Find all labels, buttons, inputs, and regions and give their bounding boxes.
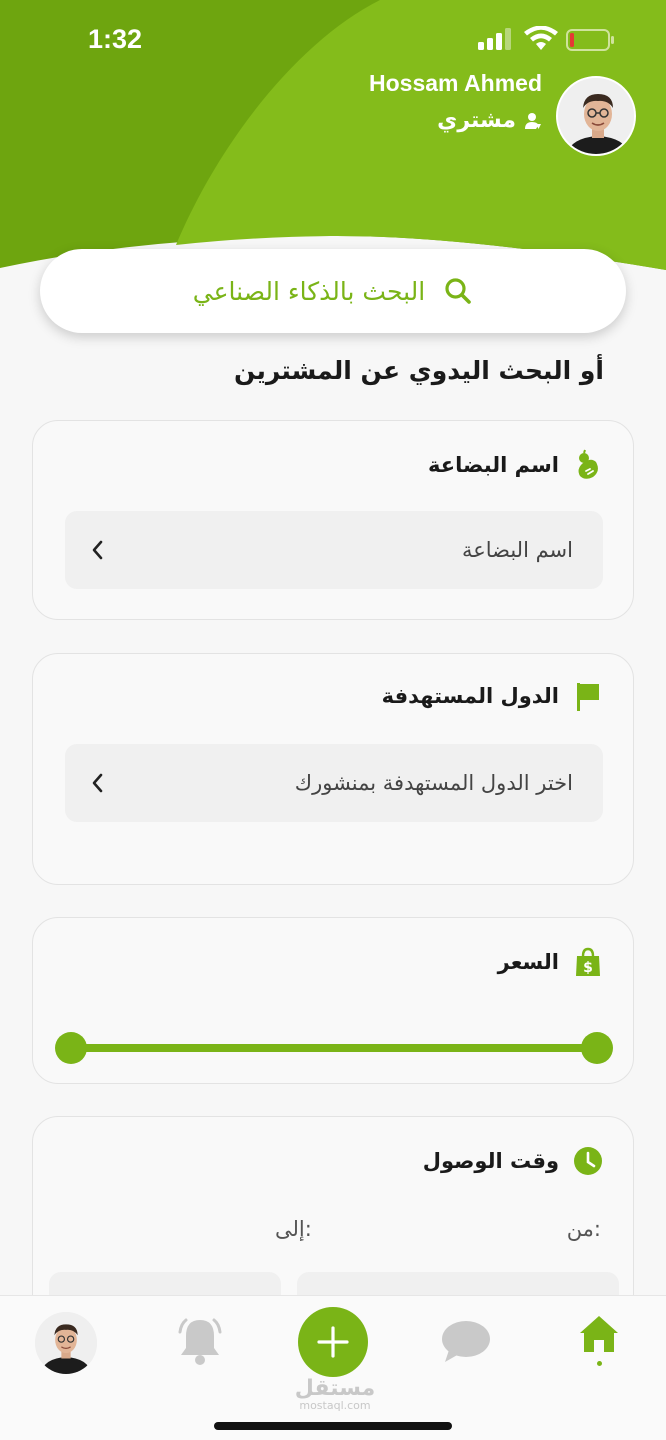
wifi-icon	[524, 26, 558, 50]
goods-card: اسم البضاعة اسم البضاعة	[32, 420, 634, 620]
svg-text:$: $	[583, 960, 593, 976]
status-time: 1:32	[88, 24, 143, 54]
clock-icon	[574, 1147, 602, 1175]
chevron-left-icon	[92, 773, 103, 793]
watermark-english: mostaql.com	[299, 1399, 371, 1412]
home-indicator	[214, 1422, 452, 1430]
bell-icon[interactable]	[176, 1316, 224, 1366]
price-slider-max-handle[interactable]	[581, 1032, 613, 1064]
chevron-left-icon	[92, 540, 103, 560]
manual-search-title: أو البحث اليدوي عن المشترين	[234, 356, 604, 385]
arrival-from-label: من:	[566, 1217, 601, 1241]
chat-icon[interactable]	[441, 1320, 491, 1364]
search-icon	[445, 278, 472, 304]
price-range-slider[interactable]	[55, 1032, 613, 1064]
price-card: $ السعر	[32, 917, 634, 1084]
home-icon[interactable]	[578, 1314, 620, 1354]
price-slider-min-handle[interactable]	[55, 1032, 87, 1064]
flag-icon	[577, 683, 599, 711]
price-bag-icon: $	[576, 947, 600, 976]
status-bar: 1:32	[0, 0, 666, 80]
goods-select-placeholder: اسم البضاعة	[461, 538, 573, 562]
ai-search-button[interactable]: البحث بالذكاء الصناعي	[40, 249, 626, 333]
ai-search-label: البحث بالذكاء الصناعي	[192, 276, 426, 306]
avatar[interactable]	[556, 76, 636, 156]
user-icon	[525, 112, 541, 129]
bottom-navigation: مستقل mostaql.com	[0, 1295, 666, 1440]
user-name: Hossam Ahmed	[369, 70, 542, 96]
target-countries-label: الدول المستهدفة	[381, 684, 559, 708]
add-icon	[317, 1326, 349, 1358]
price-label: السعر	[497, 950, 559, 974]
active-indicator	[597, 1361, 602, 1366]
add-button[interactable]	[298, 1307, 368, 1377]
price-header: $ السعر	[498, 946, 603, 978]
goods-label: اسم البضاعة	[428, 453, 559, 477]
price-slider-track	[69, 1044, 599, 1052]
target-countries-placeholder: اختر الدول المستهدفة بمنشورك	[294, 771, 573, 795]
cellular-signal-icon	[478, 28, 511, 50]
produce-icon	[578, 449, 598, 479]
watermark-arabic: مستقل	[294, 1376, 376, 1401]
goods-card-header: اسم البضاعة	[428, 449, 603, 481]
user-role-label: مشتري	[437, 108, 516, 133]
nav-profile-avatar[interactable]	[35, 1312, 97, 1374]
target-countries-card: الدول المستهدفة اختر الدول المستهدفة بمن…	[32, 653, 634, 885]
arrival-to-label: إلى:	[275, 1217, 312, 1241]
user-role: مشتري	[300, 108, 542, 133]
goods-select[interactable]: اسم البضاعة	[65, 511, 603, 589]
target-countries-select[interactable]: اختر الدول المستهدفة بمنشورك	[65, 744, 603, 822]
target-countries-header: الدول المستهدفة	[382, 680, 603, 712]
watermark: مستقل mostaql.com	[290, 1376, 380, 1412]
battery-icon	[566, 29, 614, 51]
arrival-time-header: وقت الوصول	[423, 1145, 603, 1177]
arrival-time-label: وقت الوصول	[422, 1149, 559, 1173]
